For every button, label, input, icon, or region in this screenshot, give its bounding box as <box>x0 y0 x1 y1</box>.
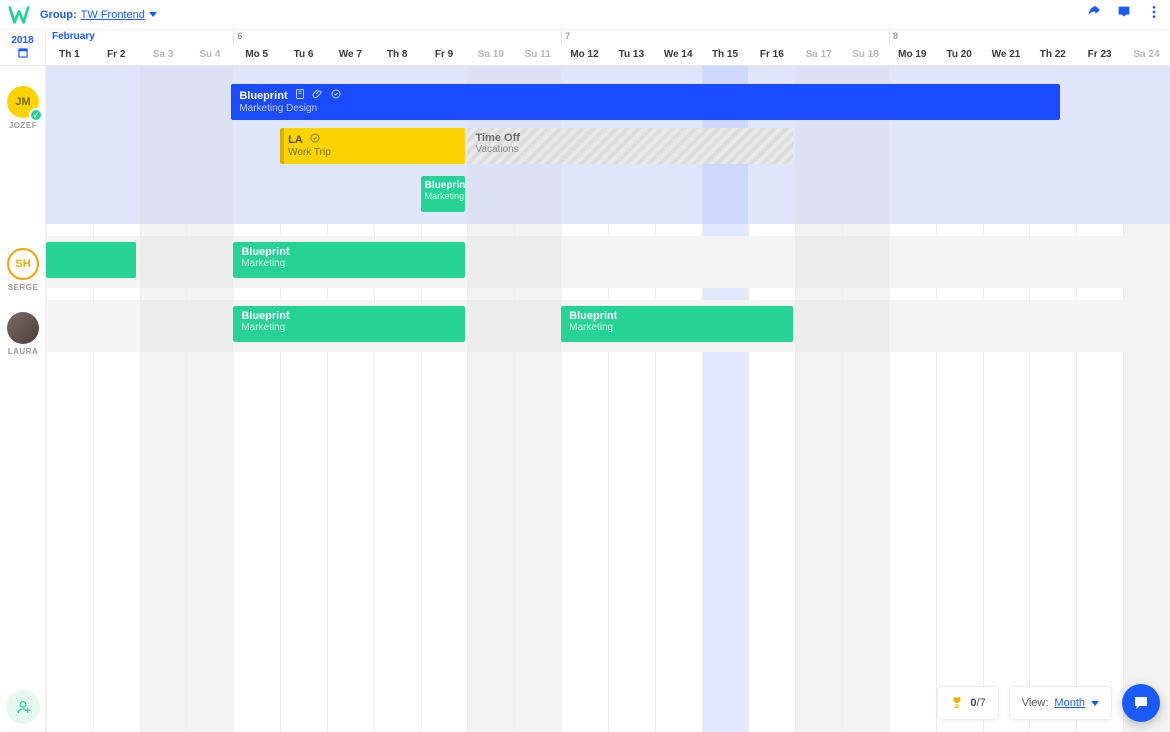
day-header-cell[interactable]: Sa 10 <box>467 44 514 65</box>
checklist-icon <box>330 88 342 103</box>
trophy-icon <box>950 695 964 712</box>
task-title: Time Off <box>475 132 519 144</box>
day-header-cell[interactable]: Fr 23 <box>1076 44 1123 65</box>
task-subtitle: Marketing <box>241 322 457 333</box>
group-selector[interactable]: TW Frontend <box>81 9 145 21</box>
calendar-header: 2018 February 6 7 8 Th 1Fr 2Sa 3Su 4Mo 5… <box>0 30 1170 66</box>
group-label: Group: <box>40 9 77 21</box>
task-subtitle: Vacations <box>475 144 785 155</box>
task-title: Blueprint <box>569 310 617 322</box>
inbox-icon[interactable] <box>1116 4 1132 25</box>
day-header-cell[interactable]: Tu 13 <box>608 44 655 65</box>
people-sidebar: JM JOZEF SH SERGE LAURA <box>0 66 46 732</box>
top-bar: Group: TW Frontend <box>0 0 1170 30</box>
day-header-cell[interactable]: Fr 2 <box>93 44 140 65</box>
checklist-icon <box>309 132 321 147</box>
add-user-button[interactable] <box>6 690 40 724</box>
task-bar[interactable]: LA Work Trip <box>280 128 465 164</box>
task-title: LA <box>288 134 303 146</box>
month-label: February <box>46 31 95 42</box>
view-value: Month <box>1054 697 1085 709</box>
task-title: Blueprint <box>239 90 287 102</box>
year-label: 2018 <box>11 35 33 46</box>
person-avatar[interactable]: SH SERGE <box>0 248 46 292</box>
more-icon[interactable] <box>1146 4 1162 25</box>
week-number: 8 <box>889 31 898 41</box>
task-title: Blueprint <box>241 246 289 258</box>
task-bar[interactable]: Blueprint Marketing <box>561 306 793 342</box>
day-header-cell[interactable]: Th 1 <box>46 44 93 65</box>
avatar[interactable]: JM <box>7 86 39 118</box>
day-header-cell[interactable]: Th 8 <box>374 44 421 65</box>
task-subtitle: Marketing <box>569 322 785 333</box>
person-name: LAURA <box>8 347 39 356</box>
day-header-cell[interactable]: Su 11 <box>514 44 561 65</box>
task-subtitle: Marketing <box>425 191 462 201</box>
week-number: 7 <box>561 31 570 41</box>
day-header-cell[interactable]: Sa 17 <box>795 44 842 65</box>
week-number: 6 <box>233 31 242 41</box>
check-icon <box>29 108 43 122</box>
day-header-cell[interactable]: Mo 5 <box>233 44 280 65</box>
person-name: JOZEF <box>9 121 37 130</box>
task-subtitle: Marketing Design <box>239 103 1052 114</box>
help-button[interactable] <box>1122 684 1160 722</box>
task-subtitle: Marketing <box>241 258 457 269</box>
view-label: View: <box>1022 697 1049 709</box>
task-bar[interactable]: Blueprint Marketing <box>233 306 465 342</box>
task-bar[interactable]: Blueprint Marketing Design <box>231 84 1060 120</box>
day-header-cell[interactable]: We 21 <box>983 44 1030 65</box>
person-avatar[interactable]: JM JOZEF <box>0 86 46 130</box>
day-header-cell[interactable]: Tu 20 <box>936 44 983 65</box>
avatar[interactable] <box>7 312 39 344</box>
share-icon[interactable] <box>1086 4 1102 25</box>
day-header-cell[interactable]: Fr 9 <box>421 44 468 65</box>
note-icon <box>294 88 306 103</box>
day-header-cell[interactable]: We 14 <box>655 44 702 65</box>
calendar-body[interactable]: JM JOZEF SH SERGE LAURA Blueprint Marketing … <box>0 66 1170 732</box>
day-header-cell[interactable]: Sa 24 <box>1123 44 1170 65</box>
task-bar[interactable]: Time Off Vacations <box>467 128 793 164</box>
task-subtitle: Work Trip <box>288 147 457 158</box>
task-bar[interactable]: Blueprint Marketing <box>233 242 465 278</box>
task-title: Blueprint <box>425 180 466 191</box>
person-name: SERGE <box>8 283 39 292</box>
task-bar[interactable]: Blueprint Marketing <box>421 176 466 212</box>
day-header-cell[interactable]: Sa 3 <box>140 44 187 65</box>
caret-down-icon <box>1091 701 1099 706</box>
day-header-cell[interactable]: Su 18 <box>842 44 889 65</box>
person-avatar[interactable]: LAURA <box>0 312 46 356</box>
app-logo[interactable] <box>8 4 30 26</box>
day-header-cell[interactable]: Th 22 <box>1029 44 1076 65</box>
attachment-icon <box>312 88 324 103</box>
task-title: Blueprint <box>241 310 289 322</box>
caret-down-icon[interactable] <box>149 12 157 17</box>
score-total: 7 <box>980 697 986 709</box>
day-header-cell[interactable]: Su 4 <box>186 44 233 65</box>
day-header-cell[interactable]: Th 15 <box>702 44 749 65</box>
view-selector[interactable]: View: Month <box>1009 686 1112 720</box>
calendar-icon <box>16 46 30 60</box>
avatar[interactable]: SH <box>7 248 39 280</box>
day-header-cell[interactable]: We 7 <box>327 44 374 65</box>
day-header-cell[interactable]: Fr 16 <box>748 44 795 65</box>
score-chip[interactable]: 0/7 <box>937 686 998 720</box>
year-picker[interactable]: 2018 <box>0 30 46 65</box>
day-header-cell[interactable]: Mo 19 <box>889 44 936 65</box>
day-header-cell[interactable]: Tu 6 <box>280 44 327 65</box>
task-bar[interactable] <box>46 242 136 278</box>
day-header-cell[interactable]: Mo 12 <box>561 44 608 65</box>
